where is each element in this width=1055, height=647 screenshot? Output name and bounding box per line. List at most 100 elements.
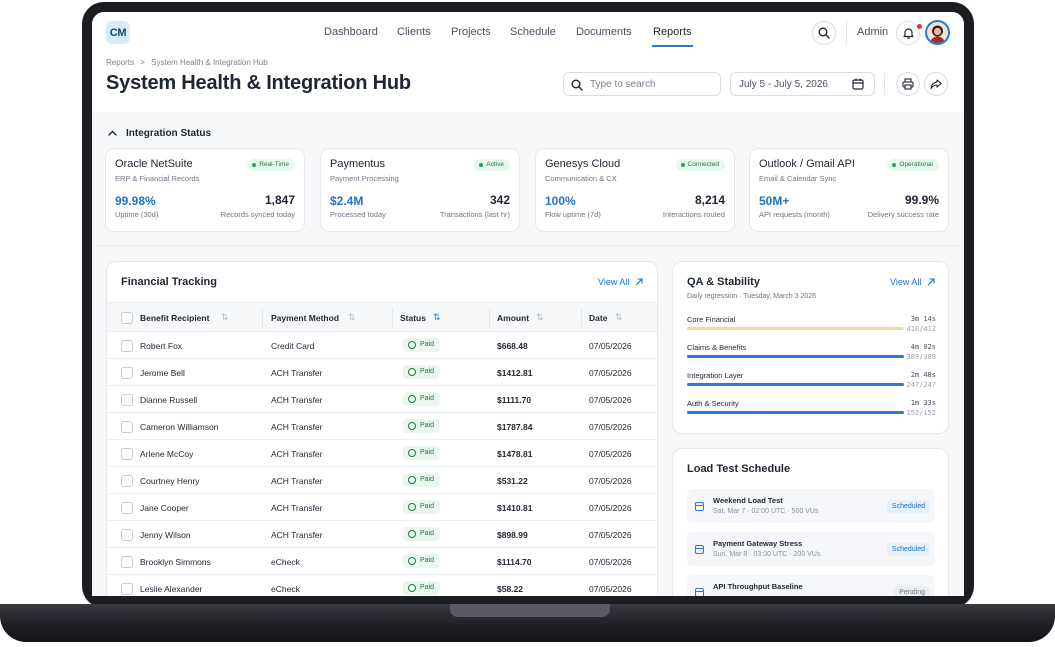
column-header-amount[interactable]: Amount — [497, 313, 529, 323]
table-row[interactable]: Leslie Alexander eCheck Paid $58.22 07/0… — [107, 575, 657, 596]
breadcrumb-root[interactable]: Reports — [106, 58, 134, 67]
avatar[interactable] — [925, 20, 950, 45]
cell-recipient: Cameron Williamson — [140, 422, 219, 432]
qa-progress-track — [687, 327, 904, 330]
financial-tracking-panel: Financial Tracking View All Benefit Reci… — [106, 261, 658, 596]
cell-payment-method: Credit Card — [271, 341, 315, 351]
status-badge: Scheduled — [886, 500, 930, 513]
qa-suite-name: Integration Layer — [687, 371, 744, 380]
cell-payment-method: ACH Transfer — [271, 530, 323, 540]
sort-icon[interactable]: ⇅ — [615, 312, 623, 323]
cell-date: 07/05/2026 — [589, 503, 632, 513]
table-row[interactable]: Jenny Wilson ACH Transfer Paid $898.99 0… — [107, 521, 657, 548]
column-divider — [581, 309, 582, 327]
row-checkbox[interactable] — [121, 529, 133, 541]
load-test-item[interactable]: Weekend Load Test Sat, Mar 7 · 02:00 UTC… — [687, 489, 935, 523]
sort-icon[interactable]: ⇅ — [221, 312, 229, 323]
sort-active-icon[interactable]: ⇅ — [433, 312, 441, 323]
qa-suite-duration: 2m 48s — [910, 371, 936, 379]
column-header-recipient[interactable]: Benefit Recipient — [140, 313, 209, 323]
integration-card-netsuite[interactable]: Oracle NetSuite ERP & Financial Records … — [105, 148, 305, 232]
status-badge: Paid — [403, 473, 440, 487]
breadcrumb-separator: > — [140, 58, 145, 67]
column-header-status[interactable]: Status — [400, 313, 426, 323]
date-range-picker[interactable]: July 5 - July 5, 2026 — [730, 72, 875, 96]
check-circle-icon — [408, 530, 416, 538]
nav-documents[interactable]: Documents — [576, 26, 632, 38]
column-header-date[interactable]: Date — [589, 313, 607, 323]
check-circle-icon — [408, 449, 416, 457]
integration-card-genesys[interactable]: Genesys Cloud Communication & CX Connect… — [535, 148, 735, 232]
load-test-item[interactable]: Payment Gateway Stress Sun, Mar 8 · 03:0… — [687, 532, 935, 566]
qa-suite-duration: 1m 33s — [910, 399, 936, 407]
global-search-button[interactable] — [812, 21, 836, 45]
user-avatar-icon — [930, 25, 945, 43]
table-row[interactable]: Jane Cooper ACH Transfer Paid $1410.81 0… — [107, 494, 657, 521]
qa-suite-item[interactable]: Auth & Security 1m 33s 152/152 — [687, 399, 936, 427]
table-row[interactable]: Jerome Bell ACH Transfer Paid $1412.81 0… — [107, 359, 657, 386]
card-metric-left-label: API requests (month) — [759, 210, 830, 219]
admin-label[interactable]: Admin — [857, 26, 888, 38]
arrow-up-right-icon[interactable] — [635, 278, 643, 286]
card-metric-right: 8,214 — [694, 193, 725, 207]
cell-recipient: Dianne Russell — [140, 395, 198, 405]
row-checkbox[interactable] — [121, 367, 133, 379]
chevron-up-icon[interactable] — [108, 129, 117, 137]
row-checkbox[interactable] — [121, 448, 133, 460]
qa-progress-fill — [687, 355, 904, 358]
table-row[interactable]: Dianne Russell ACH Transfer Paid $1111.7… — [107, 386, 657, 413]
table-row[interactable]: Cameron Williamson ACH Transfer Paid $17… — [107, 413, 657, 440]
card-metric-right: 1,847 — [264, 193, 295, 207]
load-test-name: Weekend Load Test — [713, 496, 783, 505]
search-box[interactable] — [563, 72, 721, 96]
qa-suite-item[interactable]: Integration Layer 2m 48s 247/247 — [687, 371, 936, 399]
sort-icon[interactable]: ⇅ — [536, 312, 544, 323]
row-checkbox[interactable] — [121, 475, 133, 487]
row-checkbox[interactable] — [121, 394, 133, 406]
nav-projects[interactable]: Projects — [451, 26, 491, 38]
check-circle-icon — [408, 395, 416, 403]
share-button[interactable] — [924, 72, 948, 96]
integration-card-outlook-gmail[interactable]: Outlook / Gmail API Email & Calendar Syn… — [749, 148, 949, 232]
cell-payment-method: ACH Transfer — [271, 476, 323, 486]
status-badge: Connected — [675, 159, 725, 171]
nav-clients[interactable]: Clients — [397, 26, 431, 38]
integration-card-paymentus[interactable]: Paymentus Payment Processing Active $2.4… — [320, 148, 520, 232]
row-checkbox[interactable] — [121, 421, 133, 433]
load-test-name: API Throughput Baseline — [713, 582, 803, 591]
cell-amount: $1410.81 — [497, 503, 533, 513]
table-row[interactable]: Robert Fox Credit Card Paid $668.48 07/0… — [107, 332, 657, 359]
status-badge: Paid — [403, 392, 440, 406]
nav-divider — [846, 21, 847, 45]
app-logo[interactable]: CM — [106, 21, 130, 44]
integration-status-title[interactable]: Integration Status — [126, 128, 211, 139]
row-checkbox[interactable] — [121, 556, 133, 568]
search-input[interactable] — [590, 77, 715, 92]
card-metric-left: 99.98% — [115, 194, 156, 208]
qa-subtitle: Daily regression · Tuesday, March 3 2026 — [687, 293, 817, 300]
sort-icon[interactable]: ⇅ — [348, 312, 356, 323]
column-header-payment-method[interactable]: Payment Method — [271, 313, 339, 323]
qa-suite-item[interactable]: Core Financial 3m 14s 410/412 — [687, 315, 936, 343]
arrow-up-right-icon[interactable] — [927, 278, 935, 286]
qa-suite-item[interactable]: Claims & Benefits 4m 02s 389/389 — [687, 343, 936, 371]
cell-recipient: Robert Fox — [140, 341, 183, 351]
row-checkbox[interactable] — [121, 502, 133, 514]
bell-icon — [902, 28, 914, 39]
row-checkbox[interactable] — [121, 340, 133, 352]
nav-dashboard[interactable]: Dashboard — [324, 26, 378, 38]
status-badge: Pending — [894, 586, 930, 596]
card-metric-right-label: Records synced today — [220, 210, 295, 219]
financial-view-all-link[interactable]: View All — [598, 277, 629, 287]
row-checkbox[interactable] — [121, 583, 133, 595]
nav-reports[interactable]: Reports — [653, 26, 692, 38]
print-button[interactable] — [896, 72, 920, 96]
nav-schedule[interactable]: Schedule — [510, 26, 556, 38]
select-all-checkbox[interactable] — [121, 312, 133, 324]
load-test-item[interactable]: API Throughput Baseline Pending — [687, 575, 935, 596]
table-row[interactable]: Courtney Henry ACH Transfer Paid $531.22… — [107, 467, 657, 494]
qa-view-all-link[interactable]: View All — [890, 277, 921, 287]
table-row[interactable]: Brooklyn Simmons eCheck Paid $1114.70 07… — [107, 548, 657, 575]
app-screen: CM Dashboard Clients Projects Schedule D… — [92, 12, 964, 596]
table-row[interactable]: Arlene McCoy ACH Transfer Paid $1478.81 … — [107, 440, 657, 467]
